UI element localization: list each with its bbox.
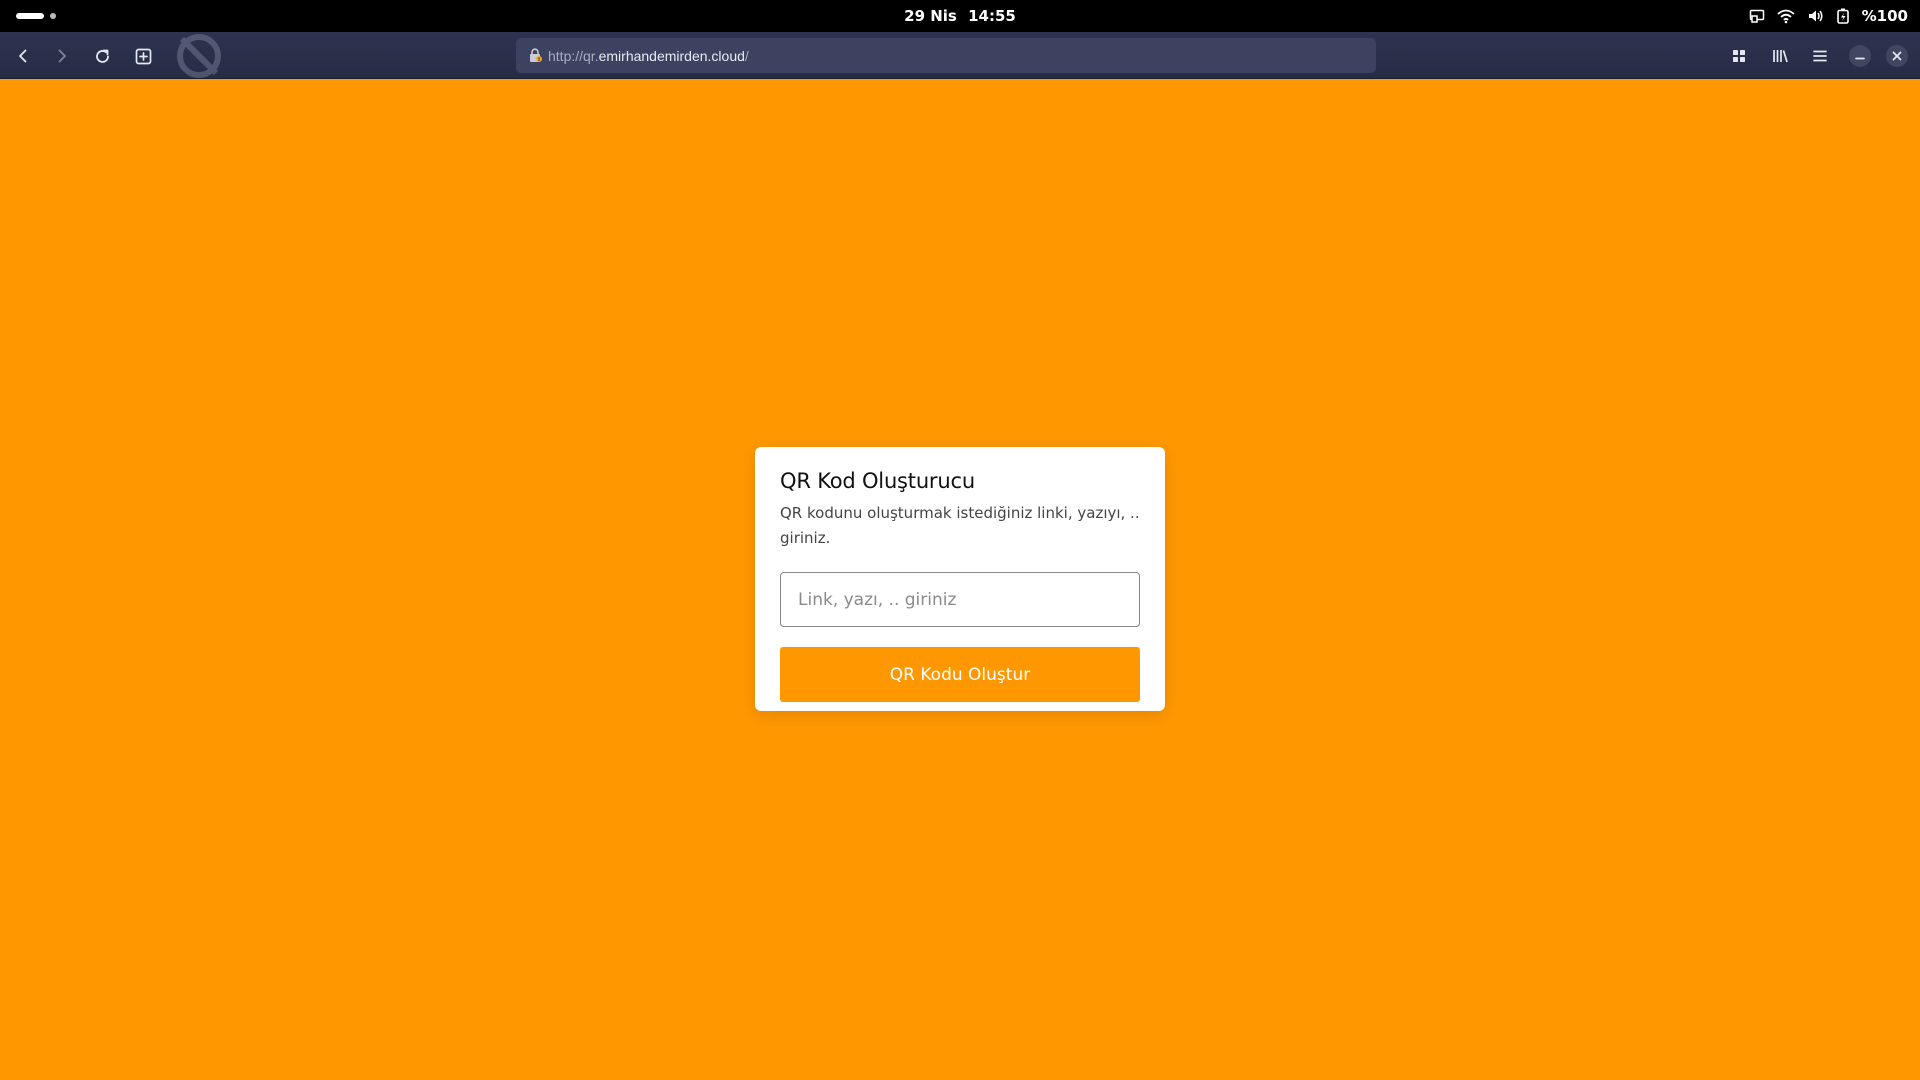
url-text[interactable]: http://qr.emirhandemirden.cloud/ xyxy=(548,48,749,64)
new-tab-icon xyxy=(135,48,151,64)
minimize-button[interactable] xyxy=(1843,39,1877,73)
url-host: emirhandemirden.cloud xyxy=(598,47,745,64)
system-top-bar: 29 Nis 14:55 %100 xyxy=(0,0,1920,32)
system-tray[interactable]: %100 xyxy=(1749,0,1908,32)
screen-share-icon[interactable] xyxy=(1749,8,1765,24)
browser-toolbar: http://qr.emirhandemirden.cloud/ xyxy=(0,32,1920,79)
generate-qr-button[interactable]: QR Kodu Oluştur xyxy=(780,647,1140,702)
reload-button[interactable] xyxy=(85,39,119,73)
clock[interactable]: 29 Nis 14:55 xyxy=(0,0,1920,32)
close-icon xyxy=(1886,45,1908,67)
tab-overview-button[interactable] xyxy=(1722,39,1756,73)
qr-text-input[interactable] xyxy=(780,572,1140,627)
qr-generator-card: QR Kod Oluşturucu QR kodunu oluşturmak i… xyxy=(755,447,1165,711)
chevron-left-icon xyxy=(19,49,27,63)
chevron-right-icon xyxy=(58,49,66,63)
battery-percentage: %100 xyxy=(1861,7,1908,25)
card-description: QR kodunu oluşturmak istediğiniz linki, … xyxy=(780,504,1140,547)
minimize-icon xyxy=(1849,45,1871,67)
card-title: QR Kod Oluşturucu xyxy=(780,469,975,493)
wifi-icon[interactable] xyxy=(1777,8,1795,24)
url-path: / xyxy=(744,47,749,64)
grid-icon xyxy=(1733,50,1745,62)
reload-icon xyxy=(95,49,109,63)
volume-icon[interactable] xyxy=(1807,8,1824,24)
library-icon xyxy=(1773,50,1788,63)
hamburger-menu-icon xyxy=(1813,50,1827,62)
url-scheme: http://qr. xyxy=(548,47,599,64)
address-bar[interactable]: http://qr.emirhandemirden.cloud/ xyxy=(516,38,1376,73)
date-label: 29 Nis xyxy=(904,7,957,25)
library-button[interactable] xyxy=(1763,39,1797,73)
new-tab-button[interactable] xyxy=(126,39,160,73)
back-button[interactable] xyxy=(6,39,40,73)
insecure-lock-icon[interactable] xyxy=(528,48,542,63)
time-label: 14:55 xyxy=(968,7,1016,25)
forward-button[interactable] xyxy=(45,39,79,73)
close-button[interactable] xyxy=(1880,39,1914,73)
incognito-logo-icon xyxy=(168,33,230,79)
battery-charging-icon[interactable] xyxy=(1836,8,1850,24)
menu-button[interactable] xyxy=(1803,39,1837,73)
